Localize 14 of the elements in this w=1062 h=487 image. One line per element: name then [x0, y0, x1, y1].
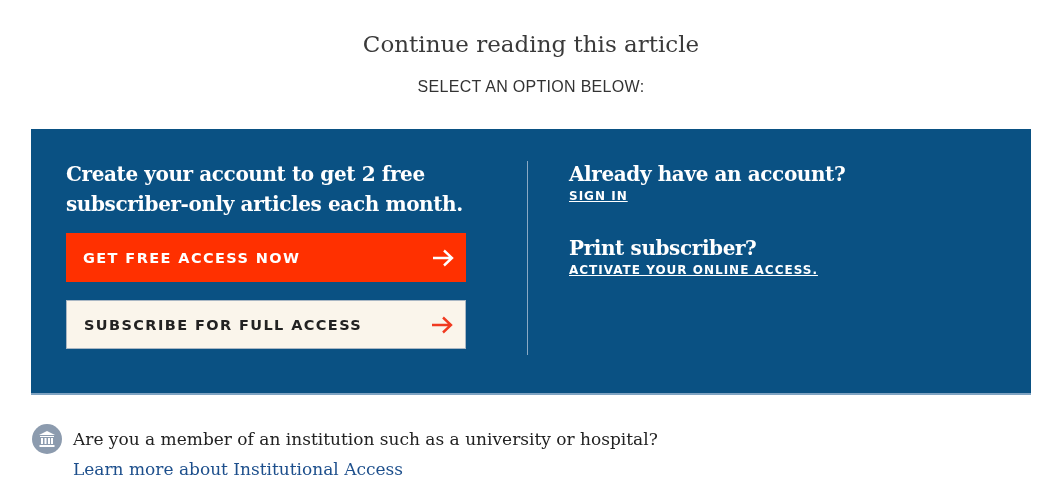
option-link[interactable]: SIGN IN: [569, 189, 628, 203]
institution-question: Are you a member of an institution such as a university or hospital?: [73, 428, 658, 451]
offer-heading: Create your account to get 2 free subscriber-only articles each month.: [66, 161, 464, 218]
option-link[interactable]: ACTIVATE YOUR ONLINE ACCESS.: [569, 263, 818, 277]
page-title: Continue reading this article: [361, 30, 701, 58]
arrow-icon: [432, 248, 454, 267]
building-icon: [32, 424, 62, 454]
option-heading: Already have an account?: [569, 161, 846, 188]
option-heading: Print subscriber?: [569, 235, 757, 262]
subscribe-button[interactable]: SUBSCRIBE FOR FULL ACCESS: [66, 300, 466, 349]
arrow-icon: [431, 315, 453, 334]
free-access-button[interactable]: GET FREE ACCESS NOW: [66, 233, 466, 282]
subtitle: SELECT AN OPTION BELOW:: [416, 78, 646, 96]
institutional-access-link[interactable]: Learn more about Institutional Access: [73, 454, 404, 484]
